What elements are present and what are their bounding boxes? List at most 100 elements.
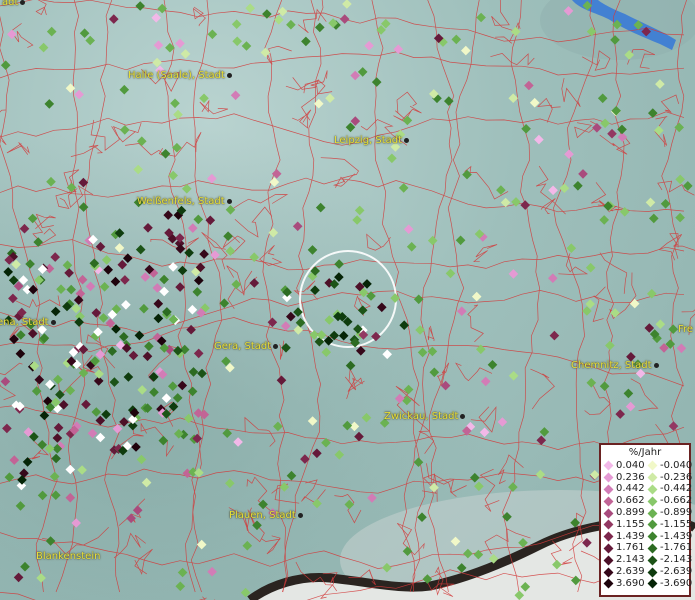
- city-name: Zwickau, Stadt: [384, 411, 459, 422]
- legend-swatch-icon: [647, 519, 658, 530]
- legend-value: -1.439: [660, 530, 693, 542]
- legend-value: -3.690: [660, 577, 693, 589]
- legend-row: 0.442 -0.442: [601, 483, 693, 496]
- legend-value: 0.442: [616, 483, 645, 495]
- legend-value: -2.143: [660, 554, 693, 566]
- city-name: Chemnitz, Stadt: [571, 360, 652, 371]
- city-label-topleft-partial: adt: [2, 0, 26, 8]
- legend-value: -0.236: [660, 471, 693, 483]
- legend-swatch-icon: [603, 543, 614, 554]
- city-name: Fre: [678, 324, 694, 335]
- legend-value: 0.236: [616, 471, 645, 483]
- legend-entry: -3.690: [645, 577, 693, 589]
- legend-value: 2.143: [616, 554, 645, 566]
- city-name: Blankenstein: [36, 551, 101, 562]
- legend-row: 2.143 -2.143: [601, 554, 693, 566]
- city-name: Gera, Stadt: [214, 341, 272, 352]
- legend-swatch-icon: [647, 484, 658, 495]
- city-dot-icon: [20, 0, 26, 5]
- legend-value: -0.899: [660, 507, 693, 519]
- legend: %/Jahr 0.040 -0.040 0.236 -0.236 0.442 -0.442…: [599, 443, 693, 597]
- legend-row: 0.899 -0.899: [601, 507, 693, 519]
- legend-entry: -0.040: [645, 459, 693, 471]
- legend-entry: 0.040: [601, 459, 645, 471]
- map-view[interactable]: Halle (Saale), Stadt Leipzig, Stadt Weiß…: [0, 0, 695, 600]
- legend-swatch-icon: [647, 508, 658, 519]
- legend-entry: 1.155: [601, 518, 645, 530]
- legend-value: 2.639: [616, 566, 645, 578]
- legend-value: 1.439: [616, 530, 645, 542]
- legend-row: 0.662 -0.662: [601, 495, 693, 507]
- legend-entry: 0.662: [601, 495, 645, 507]
- city-label-zwickau: Zwickau, Stadt: [384, 411, 466, 422]
- legend-swatch-icon: [647, 567, 658, 578]
- legend-value: -1.761: [660, 542, 693, 554]
- city-dot-icon: [226, 198, 232, 204]
- legend-row: 0.040 -0.040: [601, 459, 693, 472]
- city-dot-icon: [404, 137, 410, 143]
- city-label-freiberg-partial: Fre: [678, 324, 693, 335]
- city-dot-icon: [50, 319, 56, 325]
- legend-entry: -1.155: [645, 518, 693, 530]
- legend-entry: 0.442: [601, 483, 645, 495]
- city-name: Leipzig, Stadt: [334, 135, 403, 146]
- legend-swatch-icon: [647, 543, 658, 554]
- legend-row: 2.639 -2.639: [601, 566, 693, 578]
- city-label-halle: Halle (Saale), Stadt: [128, 70, 232, 81]
- city-name: Weißenfels, Stadt: [137, 196, 225, 207]
- city-label-plauen: Plauen, Stadt: [229, 510, 303, 521]
- city-name: adt: [2, 0, 19, 8]
- legend-rows: 0.040 -0.040 0.236 -0.236 0.442 -0.442 0.662 -0…: [601, 459, 693, 590]
- legend-entry: 2.639: [601, 566, 645, 578]
- legend-row: 1.761 -1.761: [601, 542, 693, 555]
- legend-entry: -0.899: [645, 507, 693, 519]
- city-dot-icon: [653, 362, 659, 368]
- legend-swatch-icon: [647, 460, 658, 471]
- legend-entry: -0.442: [645, 483, 693, 495]
- legend-value: -2.639: [660, 566, 693, 578]
- legend-entry: -2.143: [645, 554, 693, 566]
- city-label-blankenstein: Blankenstein: [36, 551, 100, 562]
- legend-value: -1.155: [660, 518, 693, 530]
- legend-entry: 1.761: [601, 542, 645, 554]
- legend-entry: 0.899: [601, 508, 645, 519]
- legend-swatch-icon: [647, 555, 658, 566]
- legend-swatch-icon: [603, 567, 614, 578]
- legend-swatch-icon: [603, 460, 614, 471]
- city-dot-icon: [226, 72, 232, 78]
- legend-value: 0.040: [616, 459, 645, 471]
- legend-swatch-icon: [603, 472, 614, 483]
- legend-row: 0.236 -0.236: [601, 471, 693, 484]
- legend-swatch-icon: [603, 531, 614, 542]
- legend-entry: 3.690: [601, 578, 645, 589]
- city-name: Halle (Saale), Stadt: [128, 70, 225, 81]
- legend-row: 1.155 -1.155: [601, 518, 693, 531]
- legend-entry: -1.761: [645, 542, 693, 554]
- legend-value: 1.155: [616, 518, 645, 530]
- legend-value: 1.761: [616, 542, 645, 554]
- legend-title: %/Jahr: [628, 447, 662, 458]
- legend-entry: -2.639: [645, 566, 693, 578]
- city-label-weissenfels: Weißenfels, Stadt: [137, 196, 232, 207]
- city-label-chemnitz: Chemnitz, Stadt: [571, 360, 659, 371]
- city-label-jena: Jena, Stadt: [0, 317, 56, 328]
- legend-value: 0.662: [616, 495, 645, 507]
- legend-value: -0.040: [660, 459, 693, 471]
- legend-value: -0.662: [660, 495, 693, 507]
- city-dot-icon: [460, 413, 466, 419]
- legend-swatch-icon: [647, 578, 658, 589]
- city-dot-icon: [273, 343, 279, 349]
- legend-swatch-icon: [603, 578, 614, 589]
- legend-swatch-icon: [603, 484, 614, 495]
- legend-value: -0.442: [660, 483, 693, 495]
- legend-entry: -0.236: [645, 471, 693, 483]
- city-dot-icon: [297, 512, 303, 518]
- city-name: Jena, Stadt: [0, 317, 49, 328]
- city-label-gera: Gera, Stadt: [214, 341, 279, 352]
- legend-entry: 1.439: [601, 530, 645, 542]
- legend-swatch-icon: [603, 496, 614, 507]
- legend-entry: -0.662: [645, 495, 693, 507]
- legend-swatch-icon: [603, 555, 614, 566]
- legend-entry: 0.236: [601, 471, 645, 483]
- legend-row: 3.690 -3.690: [601, 577, 693, 590]
